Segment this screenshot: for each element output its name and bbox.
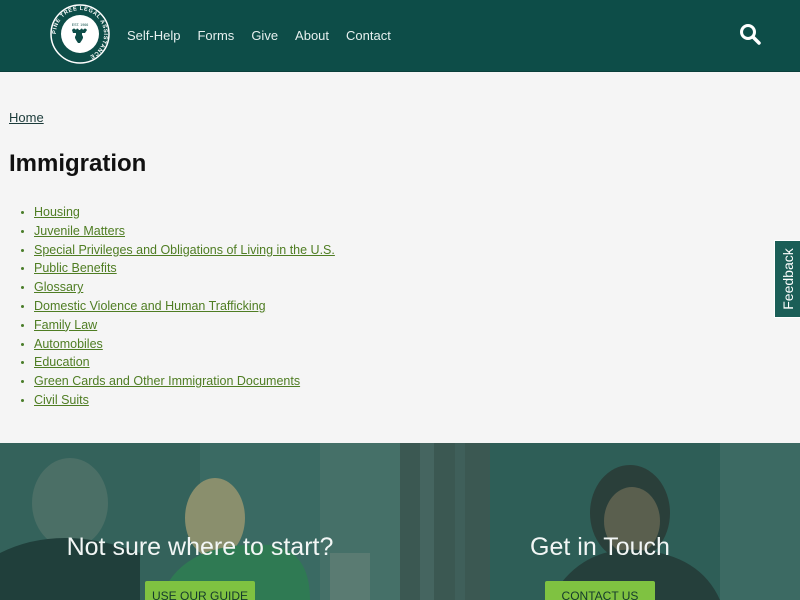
promo-guide-panel: Not sure where to start? USE OUR GUIDE bbox=[0, 443, 400, 600]
promo-contact-panel: Get in Touch CONTACT US bbox=[400, 443, 800, 600]
topic-link-housing[interactable]: Housing bbox=[34, 205, 80, 219]
woman-smiling-photo bbox=[400, 443, 800, 600]
contact-us-button[interactable]: CONTACT US bbox=[545, 581, 655, 600]
list-item: Green Cards and Other Immigration Docume… bbox=[34, 372, 335, 391]
promo-guide-heading: Not sure where to start? bbox=[66, 533, 334, 561]
list-item: Family Law bbox=[34, 316, 335, 335]
topic-link-glossary[interactable]: Glossary bbox=[34, 280, 83, 294]
breadcrumb: Home bbox=[9, 110, 44, 125]
topic-link-education[interactable]: Education bbox=[34, 355, 90, 369]
nav-about[interactable]: About bbox=[295, 0, 329, 71]
list-item: Public Benefits bbox=[34, 259, 335, 278]
list-item: Education bbox=[34, 353, 335, 372]
list-item: Special Privileges and Obligations of Li… bbox=[34, 241, 335, 260]
nav-forms[interactable]: Forms bbox=[197, 0, 234, 71]
list-item: Domestic Violence and Human Trafficking bbox=[34, 297, 335, 316]
list-item: Juvenile Matters bbox=[34, 222, 335, 241]
nav-give[interactable]: Give bbox=[251, 0, 278, 71]
list-item: Housing bbox=[34, 203, 335, 222]
pine-tree-logo[interactable]: PINE TREE LEGAL ASSISTANCE EST. 1966 bbox=[50, 4, 110, 64]
feedback-tab[interactable]: Feedback bbox=[774, 240, 800, 318]
site-header: PINE TREE LEGAL ASSISTANCE EST. 1966 Sel… bbox=[0, 0, 800, 72]
topic-link-domestic-violence[interactable]: Domestic Violence and Human Trafficking bbox=[34, 299, 266, 313]
use-our-guide-button[interactable]: USE OUR GUIDE bbox=[145, 581, 255, 600]
main-nav: Self-Help Forms Give About Contact bbox=[127, 0, 408, 71]
svg-text:EST. 1966: EST. 1966 bbox=[72, 23, 89, 27]
nav-contact[interactable]: Contact bbox=[346, 0, 391, 71]
search-icon[interactable] bbox=[738, 22, 762, 46]
list-item: Civil Suits bbox=[34, 391, 335, 410]
topic-link-public-benefits[interactable]: Public Benefits bbox=[34, 261, 117, 275]
topic-list: Housing Juvenile Matters Special Privile… bbox=[14, 203, 335, 410]
list-item: Automobiles bbox=[34, 335, 335, 354]
topic-link-civil-suits[interactable]: Civil Suits bbox=[34, 393, 89, 407]
list-item: Glossary bbox=[34, 278, 335, 297]
page-title: Immigration bbox=[9, 150, 147, 177]
nav-self-help[interactable]: Self-Help bbox=[127, 0, 180, 71]
topic-link-juvenile-matters[interactable]: Juvenile Matters bbox=[34, 224, 125, 238]
feedback-label: Feedback bbox=[779, 248, 796, 310]
topic-link-special-privileges[interactable]: Special Privileges and Obligations of Li… bbox=[34, 243, 335, 257]
promo-contact-heading: Get in Touch bbox=[530, 533, 670, 561]
topic-link-automobiles[interactable]: Automobiles bbox=[34, 337, 103, 351]
people-talking-photo bbox=[0, 443, 400, 600]
breadcrumb-home[interactable]: Home bbox=[9, 110, 44, 125]
topic-link-family-law[interactable]: Family Law bbox=[34, 318, 97, 332]
topic-link-green-cards[interactable]: Green Cards and Other Immigration Docume… bbox=[34, 374, 300, 388]
